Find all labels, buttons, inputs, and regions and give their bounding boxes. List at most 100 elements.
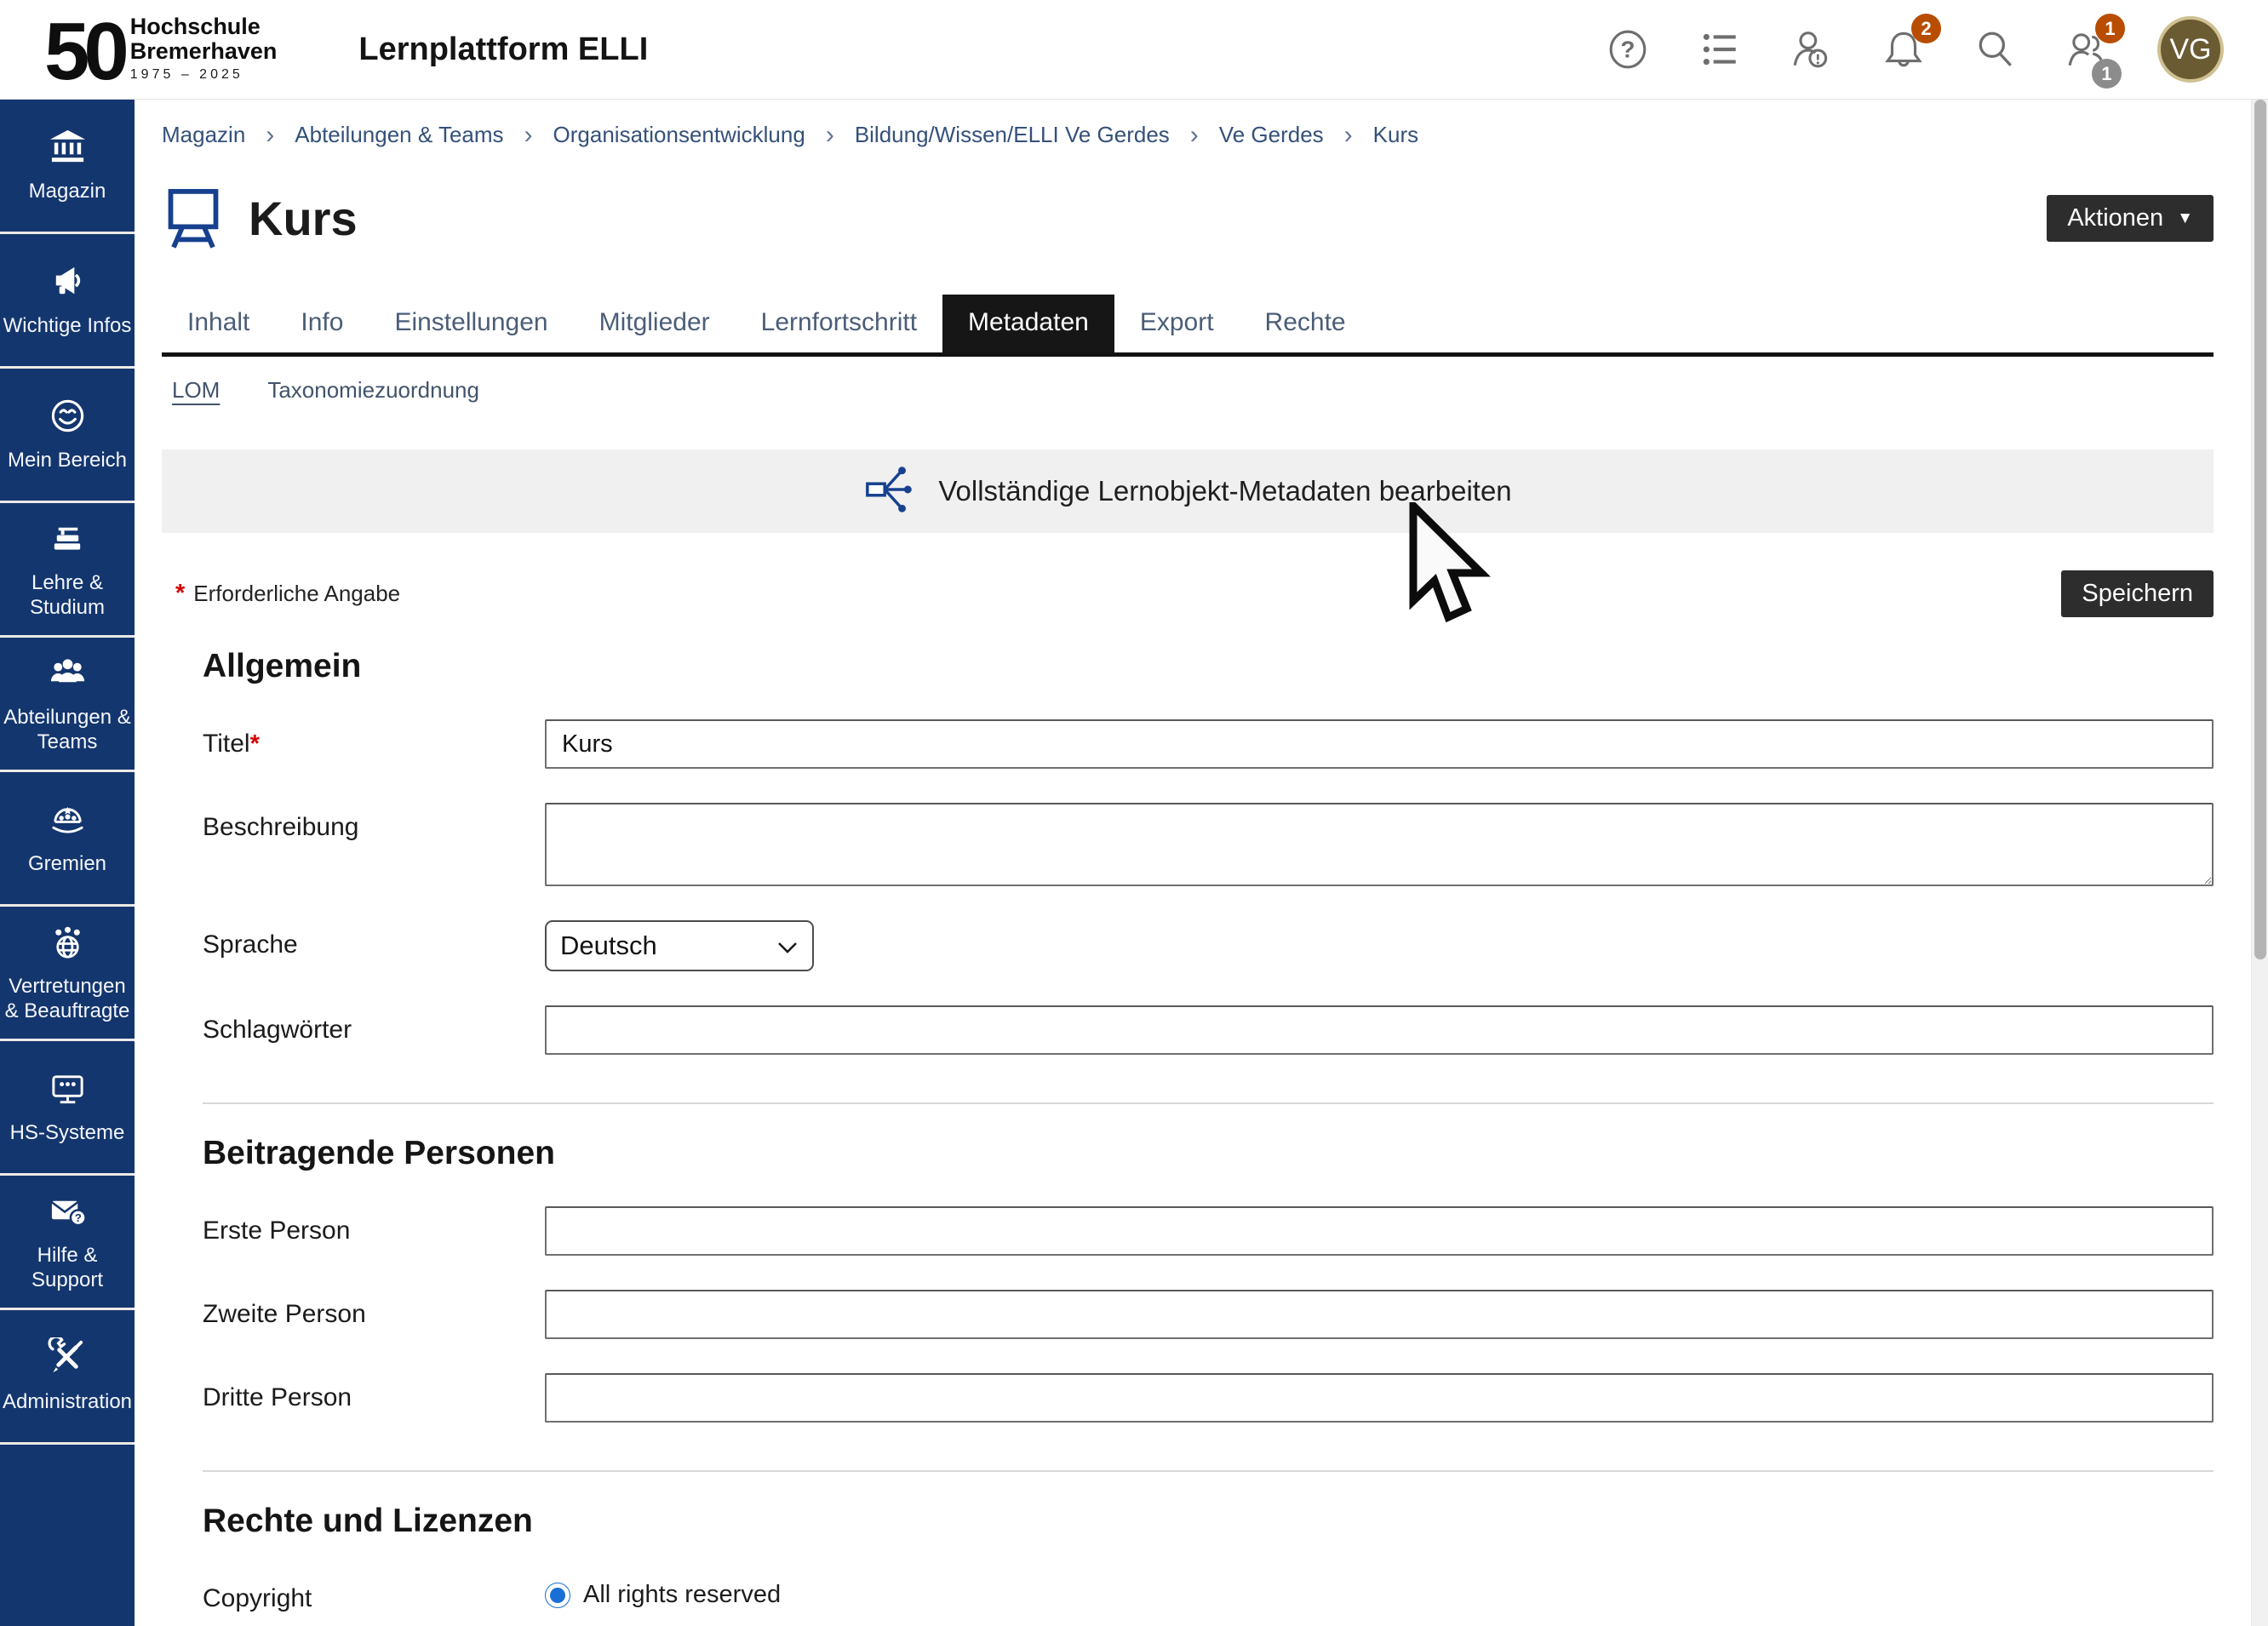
zweite-person-input[interactable] [545, 1290, 2214, 1339]
erste-person-input[interactable] [545, 1206, 2214, 1256]
tab-lernfortschritt[interactable]: Lernfortschritt [736, 295, 942, 352]
sidebar-item-wichtige-infos[interactable]: Wichtige Infos [0, 234, 135, 369]
subtab-taxonomiezuordnung[interactable]: Taxonomiezuordnung [267, 377, 479, 404]
breadcrumb-separator: › [1190, 123, 1199, 148]
breadcrumb-abteilungen-teams[interactable]: Abteilungen & Teams [295, 122, 503, 148]
committee-icon [48, 799, 88, 844]
required-asterisk: * [175, 580, 185, 608]
beschreibung-label: Beschreibung [203, 803, 545, 886]
vertical-scrollbar[interactable] [2251, 100, 2268, 1626]
bank-icon [48, 127, 88, 171]
banner-label: Vollständige Lernobjekt-Metadaten bearbe… [938, 475, 1511, 507]
tab-export[interactable]: Export [1114, 295, 1240, 352]
edit-full-metadata-banner[interactable]: Vollständige Lernobjekt-Metadaten bearbe… [162, 449, 2214, 533]
save-button[interactable]: Speichern [2061, 570, 2214, 617]
form-row-titel: Titel* [203, 719, 2214, 769]
section-divider [203, 1102, 2214, 1104]
tab-bar: Inhalt Info Einstellungen Mitglieder Ler… [162, 295, 2214, 357]
sidebar-item-administration[interactable]: Administration [0, 1310, 135, 1445]
tab-mitglieder[interactable]: Mitglieder [574, 295, 736, 352]
zweite-person-label: Zweite Person [203, 1290, 545, 1339]
breadcrumb-separator: › [266, 123, 274, 148]
user-status-icon[interactable] [1790, 27, 1834, 72]
header-toolbar: ? [1606, 16, 2224, 83]
subtab-lom[interactable]: LOM [172, 377, 220, 404]
beschreibung-textarea[interactable] [545, 803, 2214, 886]
erste-person-label: Erste Person [203, 1206, 545, 1256]
sidebar-item-lehre-studium[interactable]: Lehre & Studium [0, 503, 135, 638]
sidebar-item-vertretungen-beauftragte[interactable]: Vertretungen & Beauftragte [0, 907, 135, 1041]
help-icon[interactable]: ? [1606, 27, 1650, 72]
tab-info[interactable]: Info [275, 295, 369, 352]
page-title-app: Lernplattform ELLI [358, 31, 648, 68]
smiley-icon [48, 396, 88, 440]
sidebar-item-hs-systeme[interactable]: HS-Systeme [0, 1041, 135, 1176]
breadcrumb-magazin[interactable]: Magazin [162, 122, 245, 148]
copyright-radio[interactable] [545, 1583, 570, 1608]
mail-help-icon: ? [48, 1191, 88, 1235]
sidebar-item-magazin[interactable]: Magazin [0, 100, 135, 234]
sidebar-item-mein-bereich[interactable]: Mein Bereich [0, 369, 135, 503]
dritte-person-label: Dritte Person [203, 1373, 545, 1423]
breadcrumb-ve-gerdes[interactable]: Ve Gerdes [1219, 122, 1324, 148]
metadata-form: Allgemein Titel* Beschreibung Sprache De… [162, 648, 2214, 1613]
chevron-down-icon: ▼ [2177, 209, 2193, 228]
chevron-down-icon [776, 937, 799, 958]
form-row-schlagwoerter: Schlagwörter [203, 1005, 2214, 1055]
sprache-label: Sprache [203, 920, 545, 971]
metadata-hub-icon [863, 463, 916, 520]
tab-metadaten[interactable]: Metadaten [942, 295, 1114, 352]
subtab-bar: LOM Taxonomiezuordnung [162, 357, 2214, 417]
actions-button[interactable]: Aktionen ▼ [2047, 195, 2214, 242]
form-row-sprache: Sprache Deutsch [203, 920, 2214, 971]
hochschule-bremerhaven-logo[interactable]: 50 Hochschule Bremerhaven 1975 – 2025 [44, 14, 277, 83]
dritte-person-input[interactable] [545, 1373, 2214, 1423]
logo-text: Hochschule Bremerhaven 1975 – 2025 [130, 14, 278, 83]
titel-input[interactable] [545, 719, 2214, 769]
sidebar-item-gremien[interactable]: Gremien [0, 772, 135, 907]
books-icon [48, 518, 88, 563]
tab-rechte[interactable]: Rechte [1240, 295, 1372, 352]
section-divider [203, 1470, 2214, 1472]
breadcrumb-bildung-wissen[interactable]: Bildung/Wissen/ELLI Ve Gerdes [855, 122, 1170, 148]
tools-icon [48, 1337, 88, 1382]
svg-text:?: ? [74, 1211, 81, 1224]
schlagwoerter-label: Schlagwörter [203, 1005, 545, 1055]
globe-people-icon [48, 922, 88, 966]
copyright-option: All rights reserved [545, 1574, 2214, 1609]
scrollbar-thumb[interactable] [2254, 100, 2266, 959]
tab-einstellungen[interactable]: Einstellungen [369, 295, 573, 352]
section-heading-allgemein: Allgemein [203, 648, 2214, 685]
main-content: Magazin › Abteilungen & Teams › Organisa… [135, 100, 2251, 1626]
breadcrumb-separator: › [524, 123, 533, 148]
tab-inhalt[interactable]: Inhalt [162, 295, 275, 352]
page-title-row: Kurs Aktionen ▼ [162, 186, 2214, 250]
form-row-copyright: Copyright All rights reserved [203, 1574, 2214, 1613]
top-header: 50 Hochschule Bremerhaven 1975 – 2025 Le… [0, 0, 2268, 100]
notifications-badge: 2 [1911, 14, 1941, 43]
contacts-icon[interactable]: 1 1 [2065, 27, 2110, 72]
logo-50: 50 [44, 20, 123, 84]
search-icon[interactable] [1973, 27, 2018, 72]
form-row-erste-person: Erste Person [203, 1206, 2214, 1256]
avatar[interactable]: VG [2157, 16, 2224, 83]
sidebar-item-hilfe-support[interactable]: ? Hilfe & Support [0, 1176, 135, 1310]
breadcrumb: Magazin › Abteilungen & Teams › Organisa… [162, 100, 2214, 148]
breadcrumb-kurs[interactable]: Kurs [1373, 122, 1418, 148]
list-menu-icon[interactable] [1698, 27, 1742, 72]
titel-label: Titel* [203, 719, 545, 769]
course-easel-icon [162, 186, 225, 250]
copyright-option-label: All rights reserved [583, 1581, 781, 1609]
breadcrumb-organisationsentwicklung[interactable]: Organisationsentwicklung [553, 122, 805, 148]
notifications-bell-icon[interactable]: 2 [1881, 27, 1926, 72]
section-heading-beitragende: Beitragende Personen [203, 1135, 2214, 1172]
form-row-beschreibung: Beschreibung [203, 803, 2214, 886]
schlagwoerter-input[interactable] [545, 1005, 2214, 1055]
section-heading-rechte: Rechte und Lizenzen [203, 1503, 2214, 1540]
sprache-select[interactable]: Deutsch [545, 920, 814, 971]
required-hint: Erforderliche Angabe [193, 581, 400, 607]
page-title: Kurs [249, 191, 358, 246]
form-row-zweite-person: Zweite Person [203, 1290, 2214, 1339]
sidebar-item-abteilungen-teams[interactable]: Abteilungen & Teams [0, 638, 135, 772]
contacts-badge-bottom: 1 [2092, 59, 2122, 89]
